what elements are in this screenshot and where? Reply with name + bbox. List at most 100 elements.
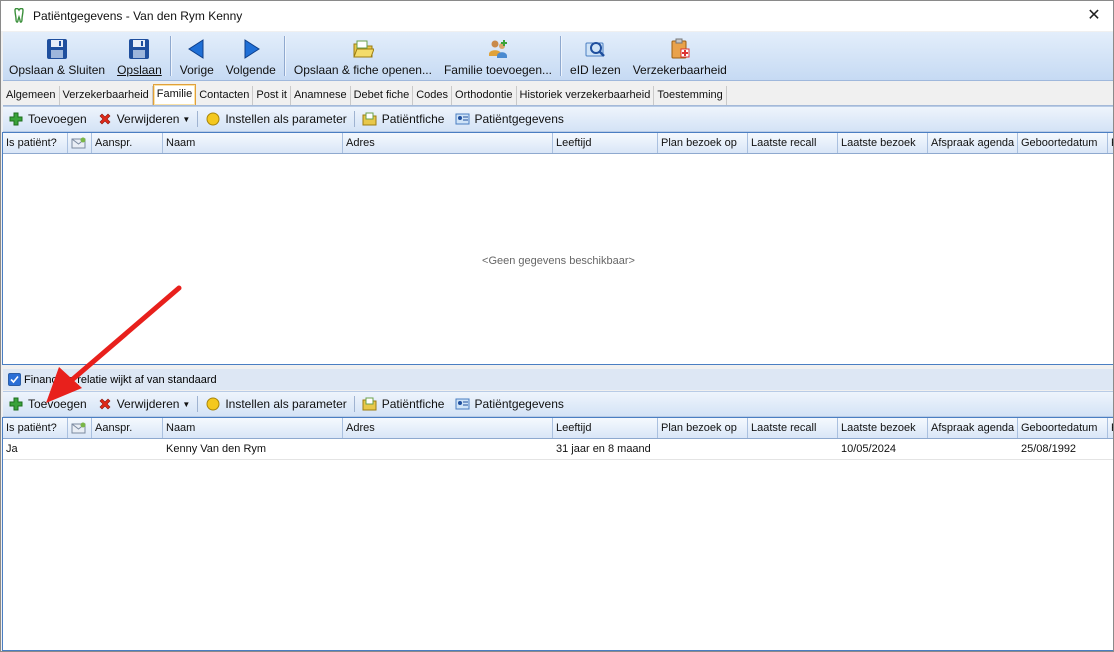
delete-label: Verwijderen: [116, 397, 180, 411]
tab-orthodontie[interactable]: Orthodontie: [452, 86, 517, 105]
tab-anamnese[interactable]: Anamnese: [291, 86, 351, 105]
set-parameter-button[interactable]: Instellen als parameter: [200, 393, 351, 415]
previous-button[interactable]: Vorige: [174, 32, 220, 80]
column-salutation[interactable]: Aanspr.: [92, 133, 163, 153]
patient-folder-icon: [362, 111, 378, 127]
family-toolbar-top: Toevoegen Verwijderen ▼ Instellen als pa…: [3, 106, 1113, 132]
patient-file-label: Patiëntfiche: [381, 112, 445, 126]
floppy-disk-icon: [129, 39, 150, 59]
previous-label: Vorige: [179, 63, 214, 77]
patient-card-icon: [454, 396, 470, 412]
next-button[interactable]: Volgende: [220, 32, 282, 80]
column-is-patient[interactable]: Is patiënt?: [3, 133, 68, 153]
eid-card-icon: [585, 42, 606, 57]
add-family-button[interactable]: Familie toevoegen...: [438, 32, 558, 80]
patient-data-button[interactable]: Patiëntgegevens: [449, 393, 568, 415]
checkmark-icon: [10, 375, 19, 384]
tab-codes[interactable]: Codes: [413, 86, 453, 105]
column-age[interactable]: Leeftijd: [553, 133, 658, 153]
column-extra[interactable]: F: [1108, 133, 1113, 153]
close-icon[interactable]: ✕: [1085, 7, 1103, 25]
cell-is-patient: Ja: [6, 443, 18, 455]
grid-header: Is patiënt? Aanspr. Naam Adres Leeftijd …: [3, 133, 1113, 154]
delete-button[interactable]: Verwijderen ▼: [92, 393, 196, 415]
toolbar-separator: [353, 111, 355, 127]
cell-name: Kenny Van den Rym: [166, 443, 267, 455]
medical-clipboard-icon: [671, 38, 690, 59]
envelope-icon: [71, 137, 86, 149]
column-name[interactable]: Naam: [163, 418, 343, 438]
patient-data-label: Patiëntgegevens: [474, 397, 564, 411]
tab-historiek-verzekerbaarheid[interactable]: Historiek verzekerbaarheid: [517, 86, 655, 105]
tab-verzekerbaarheid[interactable]: Verzekerbaarheid: [60, 86, 153, 105]
column-is-patient[interactable]: Is patiënt?: [3, 418, 68, 438]
set-parameter-label: Instellen als parameter: [225, 397, 347, 411]
financial-relation-checkbox[interactable]: [8, 373, 21, 386]
patient-file-label: Patiëntfiche: [381, 397, 445, 411]
patient-folder-icon: [362, 396, 378, 412]
tab-toestemming[interactable]: Toestemming: [654, 86, 727, 105]
family-toolbar-bottom: Toevoegen Verwijderen ▼ Instellen als pa…: [3, 391, 1113, 417]
add-label: Toevoegen: [28, 112, 87, 126]
tooth-app-icon: [11, 8, 27, 24]
patient-data-button[interactable]: Patiëntgegevens: [449, 108, 568, 130]
envelope-icon: [71, 422, 86, 434]
delete-label: Verwijderen: [116, 112, 180, 126]
cell-last-recall: [748, 439, 838, 459]
cell-birth-date: 25/08/1992: [1021, 443, 1077, 455]
read-eid-button[interactable]: eID lezen: [564, 32, 627, 80]
title-bar: Patiëntgegevens - Van den Rym Kenny ✕: [1, 1, 1113, 31]
column-birth-date[interactable]: Geboortedatum: [1018, 418, 1108, 438]
yellow-circle-icon: [205, 111, 221, 127]
add-button[interactable]: Toevoegen: [3, 108, 92, 130]
column-appointment[interactable]: Afspraak agenda: [928, 133, 1018, 153]
column-last-visit[interactable]: Laatste bezoek: [838, 133, 928, 153]
column-extra[interactable]: F: [1108, 418, 1113, 438]
table-row[interactable]: Ja Kenny Van den Rym 31 jaar en 8 maand …: [3, 439, 1113, 460]
column-last-recall[interactable]: Laatste recall: [748, 133, 838, 153]
main-toolbar: Opslaan & Sluiten Opslaan Vorige Volgend…: [3, 32, 1113, 81]
save-close-label: Opslaan & Sluiten: [9, 63, 106, 77]
family-grid-top: Is patiënt? Aanspr. Naam Adres Leeftijd …: [2, 132, 1113, 365]
column-icon[interactable]: [68, 418, 92, 438]
tab-post-it[interactable]: Post it: [253, 86, 291, 105]
tab-debet-fiche[interactable]: Debet fiche: [351, 86, 414, 105]
tab-algemeen[interactable]: Algemeen: [3, 86, 60, 105]
add-button[interactable]: Toevoegen: [3, 393, 92, 415]
save-close-button[interactable]: Opslaan & Sluiten: [3, 32, 111, 80]
delete-x-icon: [97, 111, 113, 127]
toolbar-separator: [353, 396, 355, 412]
delete-button[interactable]: Verwijderen ▼: [92, 108, 196, 130]
column-address[interactable]: Adres: [343, 133, 553, 153]
folder-open-icon: [353, 40, 374, 58]
column-address[interactable]: Adres: [343, 418, 553, 438]
column-appointment[interactable]: Afspraak agenda: [928, 418, 1018, 438]
column-last-visit[interactable]: Laatste bezoek: [838, 418, 928, 438]
cell-last-visit: 10/05/2024: [841, 443, 897, 455]
column-icon[interactable]: [68, 133, 92, 153]
insurance-button[interactable]: Verzekerbaarheid: [627, 32, 733, 80]
save-open-file-button[interactable]: Opslaan & fiche openen...: [288, 32, 438, 80]
column-age[interactable]: Leeftijd: [553, 418, 658, 438]
toolbar-separator: [169, 36, 172, 76]
cell-address: [343, 439, 553, 459]
column-planned-visit[interactable]: Plan bezoek op: [658, 418, 748, 438]
plus-icon: [8, 396, 24, 412]
column-last-recall[interactable]: Laatste recall: [748, 418, 838, 438]
add-family-label: Familie toevoegen...: [443, 63, 553, 77]
set-parameter-button[interactable]: Instellen als parameter: [200, 108, 351, 130]
column-name[interactable]: Naam: [163, 133, 343, 153]
patient-file-button[interactable]: Patiëntfiche: [357, 108, 450, 130]
cell-salutation: [92, 439, 163, 459]
tab-familie[interactable]: Familie: [152, 84, 197, 105]
save-button[interactable]: Opslaan: [111, 32, 168, 80]
family-grid-bottom: Is patiënt? Aanspr. Naam Adres Leeftijd …: [2, 417, 1113, 651]
chevron-down-icon: ▼: [182, 114, 191, 124]
column-salutation[interactable]: Aanspr.: [92, 418, 163, 438]
cell-extra: [1108, 439, 1113, 459]
column-planned-visit[interactable]: Plan bezoek op: [658, 133, 748, 153]
tab-contacten[interactable]: Contacten: [196, 86, 254, 105]
plus-icon: [8, 111, 24, 127]
patient-file-button[interactable]: Patiëntfiche: [357, 393, 450, 415]
column-birth-date[interactable]: Geboortedatum: [1018, 133, 1108, 153]
